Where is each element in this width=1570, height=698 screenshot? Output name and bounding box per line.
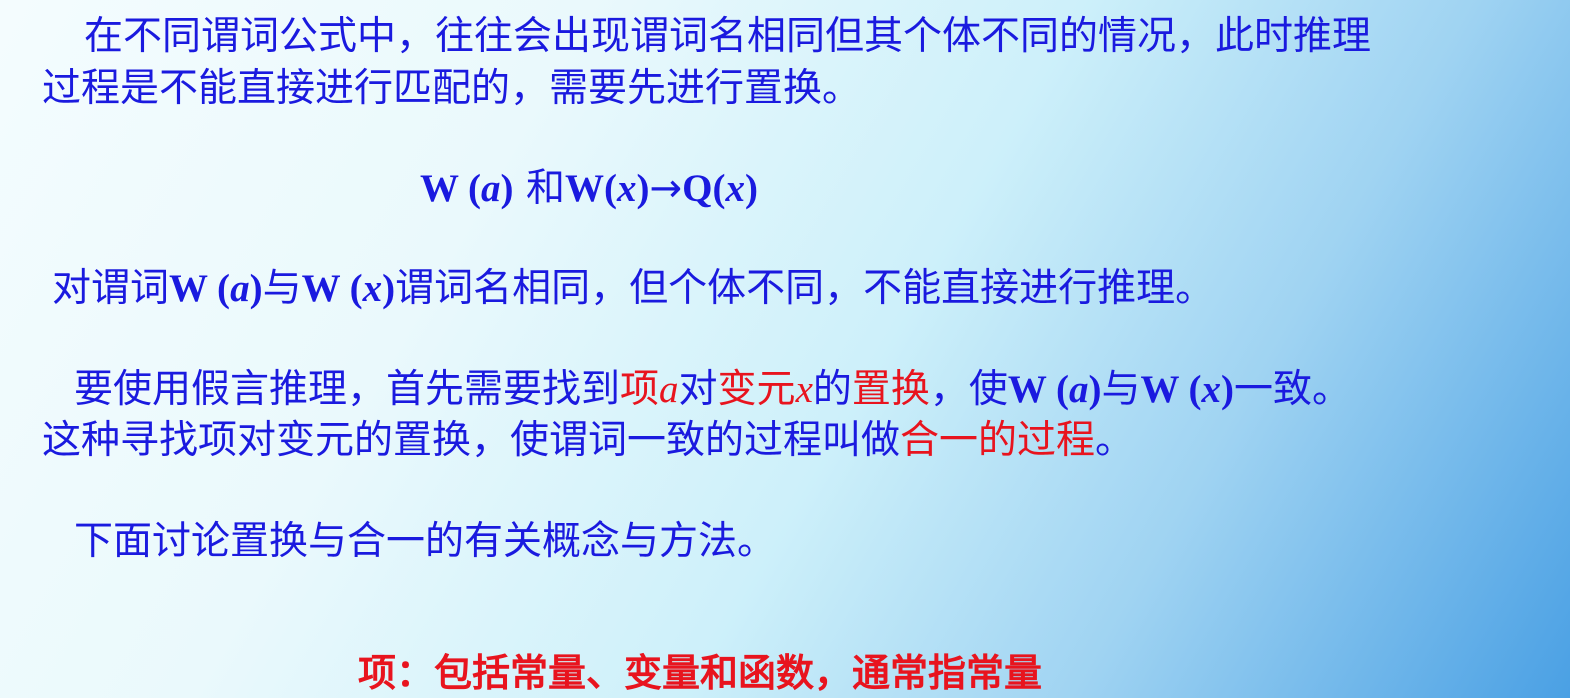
p2-wx: W (	[301, 267, 363, 310]
p3-term: 项	[620, 367, 660, 412]
paragraph-4: 下面讨论置换与合一的有关概念与方法。	[74, 519, 777, 564]
formula-and: 和	[513, 166, 565, 211]
p3-period: 。	[1095, 418, 1135, 463]
p2-close1: )	[249, 267, 263, 310]
formula-paren: )	[500, 167, 514, 210]
p2-and: 与	[262, 266, 302, 311]
p3-consistent: 一致。	[1234, 367, 1352, 412]
p2-prefix: 对谓词	[52, 266, 170, 311]
p3-wa: W (	[1007, 368, 1069, 411]
paragraph-1-line-1: 在不同谓词公式中，往往会出现谓词名相同但其个体不同的情况，此时推理	[84, 14, 1372, 59]
formula-q: Q	[682, 167, 713, 210]
formula-paren: )	[636, 167, 650, 210]
formula-paren: (	[603, 167, 617, 210]
p2-a: a	[230, 267, 250, 310]
paragraph-3-line-2: 这种寻找项对变元的置换，使谓词一致的过程叫做合一的过程。	[42, 416, 1134, 466]
formula-x2: x	[725, 167, 745, 210]
p2-close2: )	[382, 267, 396, 310]
p2-x: x	[362, 267, 383, 310]
p3-substitution: 置换	[851, 367, 930, 412]
paragraph-1-line-2: 过程是不能直接进行匹配的，需要先进行置换。	[42, 66, 862, 111]
formula-w: W	[420, 167, 459, 210]
p3-line2-prefix: 这种寻找项对变元的置换，使谓词一致的过程叫做	[42, 418, 901, 463]
term-note: 项：包括常量、变量和函数，通常指常量	[358, 651, 1043, 695]
p3-x: x	[795, 368, 813, 411]
formula-arrow: →	[649, 166, 683, 211]
p2-suffix: 谓词名相同，但个体不同，不能直接进行推理。	[395, 266, 1215, 311]
formula-paren: (	[458, 167, 482, 210]
p3-a: a	[659, 368, 679, 411]
p3-a2: a	[1068, 368, 1089, 411]
formula-paren: (	[712, 167, 726, 210]
formula: W (a) 和W(x)→Q(x)	[420, 164, 758, 214]
p3-unification: 合一的过程	[900, 418, 1096, 463]
paragraph-2: 对谓词W (a)与W (x)谓词名相同，但个体不同，不能直接进行推理。	[52, 264, 1214, 314]
p3-and: 与	[1101, 367, 1141, 412]
p3-prefix: 要使用假言推理，首先需要找到	[74, 367, 621, 412]
p3-close2: )	[1221, 368, 1235, 411]
p3-x2: x	[1201, 368, 1222, 411]
formula-a: a	[481, 167, 501, 210]
p3-comma-make: ，使	[929, 367, 1008, 412]
p2-wa: W (	[169, 267, 231, 310]
p3-of: 的	[812, 367, 852, 412]
p3-wx: W (	[1140, 368, 1202, 411]
formula-w2: W	[564, 167, 604, 210]
p3-close1: )	[1088, 368, 1102, 411]
formula-x1: x	[616, 167, 637, 210]
p3-variable: 变元	[717, 367, 796, 412]
formula-paren: )	[744, 167, 758, 210]
paragraph-3-line-1: 要使用假言推理，首先需要找到项a对变元x的置换，使W (a)与W (x)一致。	[74, 365, 1351, 415]
p3-to: 对	[678, 367, 718, 412]
